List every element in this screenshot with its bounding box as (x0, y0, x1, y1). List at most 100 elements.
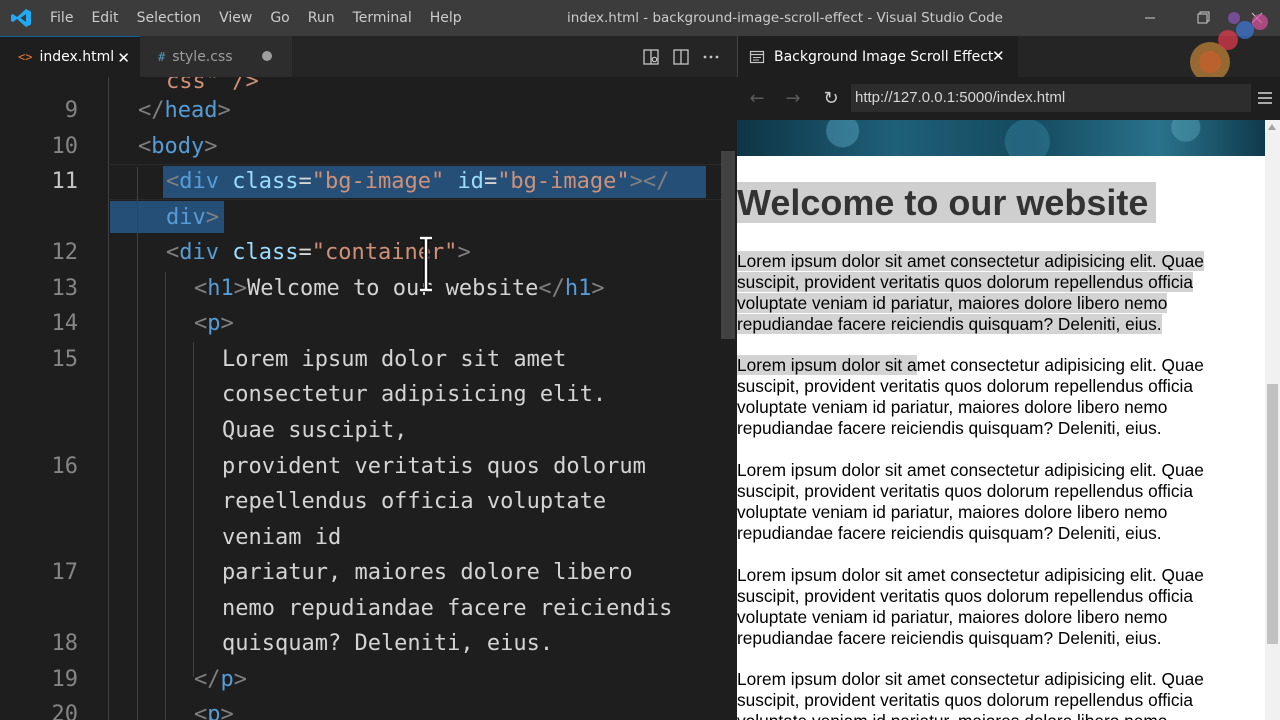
code-line: div> (0, 200, 737, 235)
page-paragraph: Lorem ipsum dolor sit amet consectetur a… (737, 460, 1204, 543)
line-number: 16 (51, 454, 79, 479)
menu-edit[interactable]: Edit (82, 0, 127, 36)
line-number: 20 (51, 702, 79, 720)
close-tab-icon[interactable]: ✕ (992, 47, 1005, 65)
line-number: 15 (51, 347, 79, 372)
code-line: 20 <p> (0, 697, 737, 720)
code-text: Lorem ipsum dolor sit amet (222, 347, 567, 372)
line-number: 14 (51, 311, 79, 336)
code-line: 11 <div class="bg-image" id="bg-image"><… (0, 164, 737, 199)
forward-button[interactable]: → (781, 85, 805, 111)
line-number: 12 (51, 240, 79, 265)
menu-run[interactable]: Run (299, 0, 344, 36)
menu-help[interactable]: Help (421, 0, 471, 36)
code-line: Quae suscipit, (0, 413, 737, 448)
hamburger-menu-icon[interactable] (1255, 86, 1275, 110)
code-line: 9 </head> (0, 93, 737, 128)
code-text: provident veritatis quos dolorum (222, 454, 646, 479)
minimize-icon (1145, 17, 1155, 19)
code-text: </head> (138, 98, 231, 123)
page-paragraph: Lorem ipsum dolor sit amet consectetur a… (737, 251, 1204, 334)
code-text: <body> (138, 134, 218, 159)
code-line: 15 Lorem ipsum dolor sit amet (0, 342, 737, 377)
selected-text: Lorem ipsum dolor sit a (737, 355, 917, 375)
page-heading: Welcome to our website (737, 180, 1157, 226)
editor-scrollbar[interactable] (721, 151, 735, 339)
line-number: 13 (51, 276, 79, 301)
code-text: repellendus officia voluptate (222, 489, 607, 514)
code-line: 10 <body> (0, 129, 737, 164)
code-line: 16 provident veritatis quos dolorum (0, 449, 737, 484)
more-actions-button[interactable] (696, 36, 726, 77)
arrow-right-icon: → (785, 87, 801, 109)
page-paragraph: Lorem ipsum dolor sit amet consectetur a… (737, 355, 1204, 438)
page-paragraph: Lorem ipsum dolor sit amet consectetur a… (737, 565, 1204, 648)
menu-file[interactable]: File (41, 0, 82, 36)
open-preview-icon (643, 48, 659, 65)
tab-label: index.html (39, 49, 115, 65)
close-tab-icon[interactable]: ✕ (117, 49, 130, 67)
reload-button[interactable]: ↻ (819, 85, 843, 111)
menu-terminal[interactable]: Terminal (344, 0, 421, 36)
html-file-icon: <> (18, 50, 33, 64)
menu-go[interactable]: Go (261, 0, 298, 36)
code-text: Quae suscipit, (222, 418, 408, 443)
arrow-left-icon: ← (749, 87, 765, 109)
line-number: 17 (51, 560, 79, 585)
code-text: <div class="bg-image" id="bg-image"></ (166, 169, 670, 194)
window-title: index.html - background-image-scroll-eff… (567, 10, 1003, 26)
editor-actions (636, 36, 726, 77)
code-line: 13 <h1>Welcome to our website</h1> (0, 271, 737, 306)
line-number: 9 (64, 98, 78, 123)
code-line: 17 pariatur, maiores dolore libero (0, 555, 737, 590)
code-line: repellendus officia voluptate (0, 484, 737, 519)
code-text: </p> (194, 667, 247, 692)
code-text: <h1>Welcome to our website</h1> (194, 276, 605, 301)
split-editor-icon (673, 48, 689, 65)
code-text: nemo repudiandae facere reiciendis (222, 596, 673, 621)
title-bar: File Edit Selection View Go Run Terminal… (0, 0, 1280, 36)
line-number: 19 (51, 667, 79, 692)
tab-index-html[interactable]: <> index.html ✕ (0, 36, 140, 77)
back-button[interactable]: ← (745, 85, 769, 111)
editor-tab-bar: <> index.html ✕ # style.css (0, 36, 737, 77)
code-line: 14 <p> (0, 306, 737, 341)
tab-label: style.css (172, 48, 233, 65)
unsaved-dot-icon[interactable] (262, 51, 272, 61)
code-editor[interactable]: css" /> 9 </head> 10 <body> 11 <div clas… (0, 77, 737, 720)
reload-icon: ↻ (823, 87, 839, 109)
code-text: <p> (194, 311, 234, 336)
tab-style-css[interactable]: # style.css (140, 36, 292, 77)
code-text: <p> (194, 702, 234, 720)
menu-bar: File Edit Selection View Go Run Terminal… (41, 0, 471, 36)
css-file-icon: # (158, 49, 166, 64)
text-cursor-icon (420, 236, 432, 292)
code-line: nemo repudiandae facere reiciendis (0, 591, 737, 626)
url-input[interactable]: http://127.0.0.1:5000/index.html (851, 84, 1251, 112)
code-line: 18 quisquam? Deleniti, eius. (0, 626, 737, 661)
browser-toolbar: ← → ↻ http://127.0.0.1:5000/index.html (737, 77, 1280, 120)
code-text: quisquam? Deleniti, eius. (222, 631, 554, 656)
code-line: veniam id (0, 520, 737, 555)
vscode-logo-icon (11, 9, 31, 27)
menu-selection[interactable]: Selection (128, 0, 211, 36)
code-text: div> (166, 205, 219, 230)
background-image (737, 120, 1265, 156)
scroll-thumb[interactable] (1267, 384, 1278, 644)
open-preview-button[interactable] (636, 36, 666, 77)
line-number: 10 (51, 134, 79, 159)
line-number: 11 (51, 169, 79, 194)
code-line: 12 <div class="container"> (0, 235, 737, 270)
tab-preview[interactable]: Background Image Scroll Effect ✕ (738, 36, 1018, 77)
minimize-button[interactable] (1127, 0, 1173, 36)
split-editor-button[interactable] (666, 36, 696, 77)
page-paragraph: Lorem ipsum dolor sit amet consectetur a… (737, 669, 1204, 720)
more-actions-icon (703, 55, 719, 58)
code-line: consectetur adipisicing elit. (0, 377, 737, 412)
menu-view[interactable]: View (210, 0, 261, 36)
code-text: pariatur, maiores dolore libero (222, 560, 633, 585)
code-line: 19 </p> (0, 662, 737, 697)
scroll-up-icon[interactable] (1268, 124, 1276, 130)
browser-viewport[interactable]: Welcome to our website Lorem ipsum dolor… (737, 120, 1280, 720)
background-image-texture (737, 120, 1265, 156)
